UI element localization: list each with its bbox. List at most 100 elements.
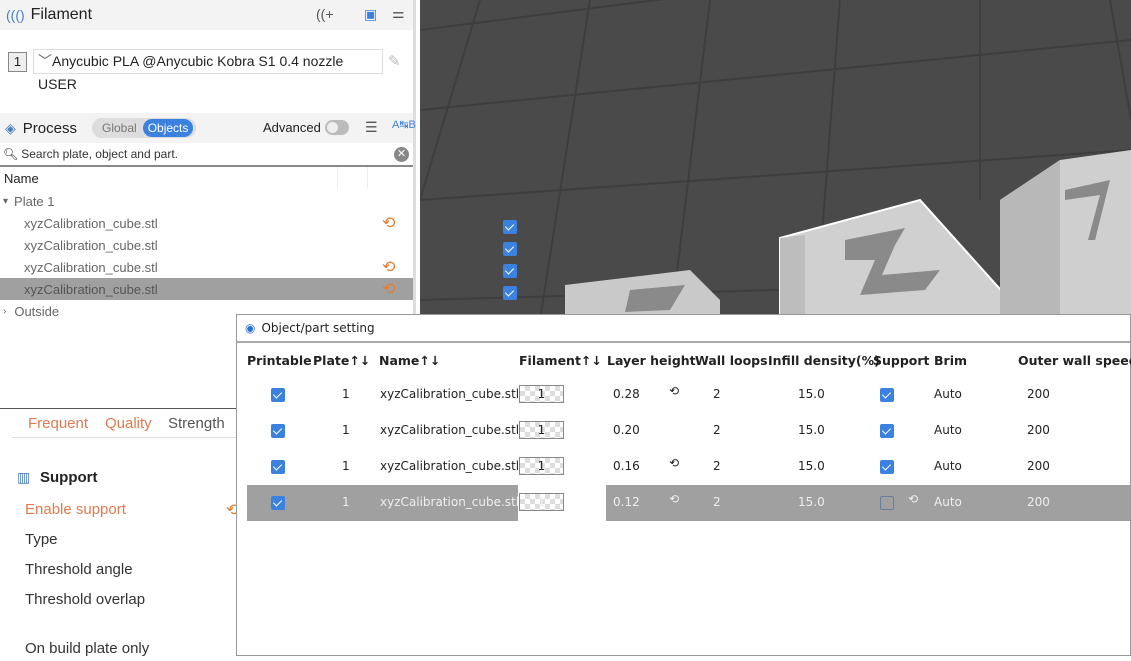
brim-cell[interactable]: Auto [934,387,962,401]
reset-icon[interactable]: ⟲ [669,456,679,470]
wall-loops-cell[interactable]: 2 [713,387,721,401]
brim-cell[interactable]: Auto [934,495,962,509]
filament-header: ((() Filament ((+ ▣ ⚌ [0,0,413,30]
layer-height-cell[interactable]: 0.28 [613,387,640,401]
filament-cell[interactable]: 1 [519,493,564,511]
infill-cell[interactable]: 15.0 [798,495,825,509]
filament-slot-badge: 1 [8,52,27,72]
filament-preset-value: Anycubic PLA @Anycubic Kobra S1 0.4 nozz… [38,53,344,92]
settings-tabs: Frequent Quality Strength [12,414,242,438]
list-icon[interactable]: ☰ [365,119,378,136]
layer-height-cell[interactable]: 0.16 [613,459,640,473]
printable-checkbox[interactable] [502,264,517,278]
filament-sync-icon[interactable]: ▣ [364,6,377,23]
infill-cell[interactable]: 15.0 [798,459,825,473]
outside-label: Outside [14,303,60,319]
support-checkbox[interactable] [880,496,894,510]
app-logo-icon: ◉ [245,321,256,335]
list-item[interactable]: xyzCalibration_cube.stl ⟲ [0,256,517,278]
cube-3[interactable] [1000,150,1131,320]
reset-icon[interactable]: ⟲ [382,279,395,299]
outer-wall-speed-cell[interactable]: 200 [1027,423,1050,437]
add-filament-icon[interactable]: ((+ [316,6,334,22]
filament-cell[interactable]: 1 [519,421,564,439]
reset-icon[interactable]: ⟲ [382,213,395,233]
layer-height-cell[interactable]: 0.20 [613,423,640,437]
filament-preset-select[interactable]: ﹀Anycubic PLA @Anycubic Kobra S1 0.4 noz… [33,49,383,92]
chevron-down-icon[interactable]: ▾ [3,196,8,207]
list-item[interactable]: xyzCalibration_cube.stl ⟲ [0,212,517,234]
advanced-switch[interactable] [325,120,349,135]
process-header: ◈ Process Global Objects Advanced ☰ A↹B [0,113,416,143]
support-checkbox[interactable] [880,460,894,474]
reset-icon[interactable]: ⟲ [669,492,679,506]
col-plate[interactable]: Plate↑↓ [313,353,370,368]
dialog-titlebar[interactable]: ◉ Object/part setting [237,315,1130,343]
infill-cell[interactable]: 15.0 [798,423,825,437]
compare-icon[interactable]: A↹B [392,118,416,131]
layers-icon: ◈ [5,119,16,136]
tree-header: Name [0,167,413,189]
toggle-global[interactable]: Global [92,121,143,135]
tab-quality[interactable]: Quality [105,415,152,432]
cube-2[interactable] [779,198,1009,321]
chevron-down-icon: ﹀ [38,53,52,69]
brim-cell[interactable]: Auto [934,459,962,473]
global-objects-toggle[interactable]: Global Objects [92,118,196,138]
outer-wall-speed-cell[interactable]: 200 [1027,387,1050,401]
support-checkbox[interactable] [880,424,894,438]
table-row[interactable]: 1 xyzCalibration_cube.stl 1 0.20 2 15.0 … [237,413,1130,449]
list-item[interactable]: xyzCalibration_cube.stl [0,234,517,256]
toggle-objects[interactable]: Objects [142,119,194,137]
printable-checkbox[interactable] [502,242,517,256]
printable-checkbox[interactable] [502,286,517,300]
printable-checkbox[interactable] [271,496,285,510]
enable-support-label: Enable support [25,501,126,518]
object-name: xyzCalibration_cube.stl [24,215,158,231]
table-row[interactable]: 1 xyzCalibration_cube.stl 1 0.16 ⟲ 2 15.… [237,449,1130,485]
printable-checkbox[interactable] [271,424,285,438]
search-input[interactable]: Search plate, object and part. [21,147,178,161]
col-brim: Brim [934,353,968,368]
search-icon: 🔍︎ [3,147,19,161]
infill-cell[interactable]: 15.0 [798,387,825,401]
wall-loops-cell[interactable]: 2 [713,459,721,473]
filament-cell[interactable]: 1 [519,385,564,403]
col-name[interactable]: Name↑↓ [379,353,440,368]
name-cell: xyzCalibration_cube.stl [380,495,520,509]
tree-plate-1[interactable]: ▾ Plate 1 [0,190,413,212]
support-checkbox[interactable] [880,388,894,402]
wall-loops-cell[interactable]: 2 [713,495,721,509]
chevron-right-icon[interactable]: › [3,306,6,317]
printable-checkbox[interactable] [502,220,517,234]
name-column-header[interactable]: Name [4,171,39,186]
printable-checkbox[interactable] [271,460,285,474]
support-section-title: Support [40,469,98,486]
reset-icon[interactable]: ⟲ [669,384,679,398]
printable-checkbox[interactable] [271,388,285,402]
object-name: xyzCalibration_cube.stl [24,281,158,297]
reset-icon[interactable]: ⟲ [908,492,918,506]
reset-icon[interactable]: ⟲ [382,257,395,277]
clear-search-icon[interactable]: ✕ [394,147,409,162]
filament-cell[interactable]: 1 [519,457,564,475]
brim-cell[interactable]: Auto [934,423,962,437]
tab-frequent[interactable]: Frequent [28,415,88,432]
layer-height-cell[interactable]: 0.12 [613,495,640,509]
filament-settings-icon[interactable]: ⚌ [392,5,405,22]
edit-icon[interactable]: ✎ [388,52,401,70]
search-bar[interactable]: 🔍︎ Search plate, object and part. ✕ [0,143,413,167]
plate-cell: 1 [342,423,350,437]
col-infill-density: Infill density(%) [768,353,880,368]
tab-strength[interactable]: Strength [168,415,225,432]
table-row[interactable]: 1 xyzCalibration_cube.stl 1 0.12 ⟲ 2 15.… [237,485,1130,521]
table-row[interactable]: 1 xyzCalibration_cube.stl 1 0.28 ⟲ 2 15.… [237,377,1130,413]
outer-wall-speed-cell[interactable]: 200 [1027,459,1050,473]
plate-cell: 1 [342,495,350,509]
col-filament[interactable]: Filament↑↓ [519,353,602,368]
list-item-selected[interactable]: xyzCalibration_cube.stl ⟲ [0,278,517,300]
outer-wall-speed-cell[interactable]: 200 [1027,495,1050,509]
threshold-overlap-label: Threshold overlap [25,591,146,608]
wall-loops-cell[interactable]: 2 [713,423,721,437]
filament-title: Filament [30,6,93,23]
